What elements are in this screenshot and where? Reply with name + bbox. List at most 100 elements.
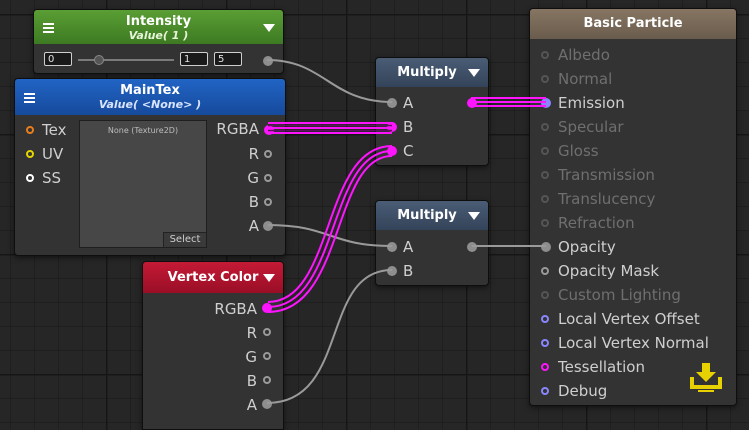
chevron-down-icon[interactable] — [468, 212, 480, 220]
uv-input-label: UV — [42, 145, 64, 163]
emission-port[interactable] — [541, 98, 551, 108]
translucency-port[interactable] — [541, 195, 549, 203]
r-output-label: R — [246, 324, 257, 342]
g-output-label: G — [245, 348, 257, 366]
gloss-port[interactable] — [541, 147, 549, 155]
debug-port[interactable] — [541, 387, 549, 395]
intensity-node[interactable]: Intensity Value( 1 ) 0 1 5 — [33, 9, 284, 74]
tessellation-port[interactable] — [541, 363, 549, 371]
min-value-field[interactable]: 0 — [44, 52, 72, 66]
basic-particle-node-header[interactable]: Basic Particle — [530, 9, 736, 39]
a-output-label: A — [248, 217, 259, 235]
current-value-field[interactable]: 1 — [180, 52, 208, 66]
local-vertex-offset-port[interactable] — [541, 315, 549, 323]
download-icon[interactable] — [688, 361, 724, 393]
refraction-port[interactable] — [541, 219, 549, 227]
a-input-port[interactable] — [387, 98, 397, 108]
gloss-label: Gloss — [558, 142, 599, 160]
maintex-node[interactable]: MainTex Value( <None> ) Tex UV SS None (… — [14, 78, 286, 256]
emission-label: Emission — [558, 94, 625, 112]
custom-lighting-label: Custom Lighting — [558, 286, 681, 304]
local-vertex-normal-label: Local Vertex Normal — [558, 334, 709, 352]
a-input-port[interactable] — [387, 242, 397, 252]
a-input-label: A — [403, 94, 414, 112]
r-output-port[interactable] — [263, 328, 271, 336]
slider-handle[interactable] — [94, 55, 104, 65]
opacity-mask-label: Opacity Mask — [558, 262, 660, 280]
tessellation-label: Tessellation — [558, 358, 645, 376]
b-input-label: B — [403, 262, 414, 280]
opacity-label: Opacity — [558, 238, 616, 256]
opacity-mask-port[interactable] — [541, 267, 549, 275]
select-button[interactable]: Select — [163, 232, 206, 247]
transmission-port[interactable] — [541, 171, 549, 179]
node-title: Vertex Color — [167, 270, 259, 285]
multiply-node-1-header[interactable]: Multiply — [376, 58, 488, 87]
output-port[interactable] — [263, 56, 273, 66]
wire-vertexcolor-rgba-to-multiply1-c — [267, 145, 393, 313]
node-title: Intensity — [125, 14, 192, 29]
basic-particle-node[interactable]: Basic Particle Albedo Normal Emission Sp… — [529, 8, 737, 406]
ss-input-label: SS — [42, 169, 62, 187]
chevron-down-icon[interactable] — [263, 274, 275, 282]
albedo-label: Albedo — [558, 46, 610, 64]
ss-input-port[interactable] — [26, 174, 34, 182]
b-output-port[interactable] — [263, 376, 271, 384]
a-output-port[interactable] — [262, 399, 272, 409]
output-port[interactable] — [467, 242, 477, 252]
a-output-port[interactable] — [263, 221, 273, 231]
rgba-output-label: RGBA — [216, 120, 259, 138]
specular-label: Specular — [558, 118, 624, 136]
local-vertex-normal-port[interactable] — [541, 339, 549, 347]
wire-vertexcolor-a-to-multiply2-b — [266, 269, 393, 404]
custom-lighting-port[interactable] — [541, 291, 549, 299]
opacity-port[interactable] — [541, 242, 551, 252]
b-input-port[interactable] — [387, 122, 397, 132]
vertex-color-node-header[interactable]: Vertex Color — [143, 262, 283, 293]
uv-input-port[interactable] — [26, 150, 34, 158]
g-output-label: G — [247, 169, 259, 187]
b-input-label: B — [403, 118, 414, 136]
multiply-node-1[interactable]: Multiply A B C — [375, 57, 489, 166]
r-output-port[interactable] — [264, 150, 272, 158]
output-port[interactable] — [467, 98, 477, 108]
vertex-color-node[interactable]: Vertex Color RGBA R G B A — [142, 261, 284, 430]
intensity-node-header[interactable]: Intensity Value( 1 ) — [34, 10, 283, 44]
node-subtitle: Value( 1 ) — [128, 29, 189, 42]
g-output-port[interactable] — [263, 352, 271, 360]
multiply-node-2[interactable]: Multiply A B — [375, 200, 489, 286]
texture-name: None (Texture2D) — [107, 126, 179, 135]
normal-label: Normal — [558, 70, 613, 88]
rgba-output-label: RGBA — [214, 300, 257, 318]
refraction-label: Refraction — [558, 214, 635, 232]
debug-label: Debug — [558, 382, 608, 400]
multiply-node-2-header[interactable]: Multiply — [376, 201, 488, 230]
tex-input-port[interactable] — [26, 126, 34, 134]
a-input-label: A — [403, 238, 414, 256]
local-vertex-offset-label: Local Vertex Offset — [558, 310, 700, 328]
node-subtitle: Value( <None> ) — [98, 98, 202, 111]
node-title: MainTex — [120, 83, 180, 98]
rgba-output-port[interactable] — [264, 125, 274, 135]
maintex-node-header[interactable]: MainTex Value( <None> ) — [15, 79, 285, 115]
c-input-port[interactable] — [387, 146, 397, 156]
chevron-down-icon[interactable] — [263, 24, 275, 32]
c-input-label: C — [403, 142, 414, 160]
rgba-output-port[interactable] — [262, 303, 272, 313]
slider-track[interactable] — [78, 59, 174, 61]
b-input-port[interactable] — [387, 266, 397, 276]
wire-maintex-rgba-to-multiply1-b — [268, 122, 392, 134]
specular-port[interactable] — [541, 123, 549, 131]
normal-port[interactable] — [541, 75, 549, 83]
chevron-down-icon[interactable] — [468, 69, 480, 77]
a-output-label: A — [246, 396, 257, 414]
texture-preview[interactable]: None (Texture2D) Select — [79, 120, 207, 248]
albedo-port[interactable] — [541, 51, 549, 59]
max-value-field[interactable]: 5 — [214, 52, 242, 66]
tex-input-label: Tex — [42, 121, 67, 139]
g-output-port[interactable] — [264, 174, 272, 182]
b-output-port[interactable] — [264, 198, 272, 206]
b-output-label: B — [246, 372, 257, 390]
node-title: Basic Particle — [583, 16, 683, 31]
translucency-label: Translucency — [558, 190, 656, 208]
